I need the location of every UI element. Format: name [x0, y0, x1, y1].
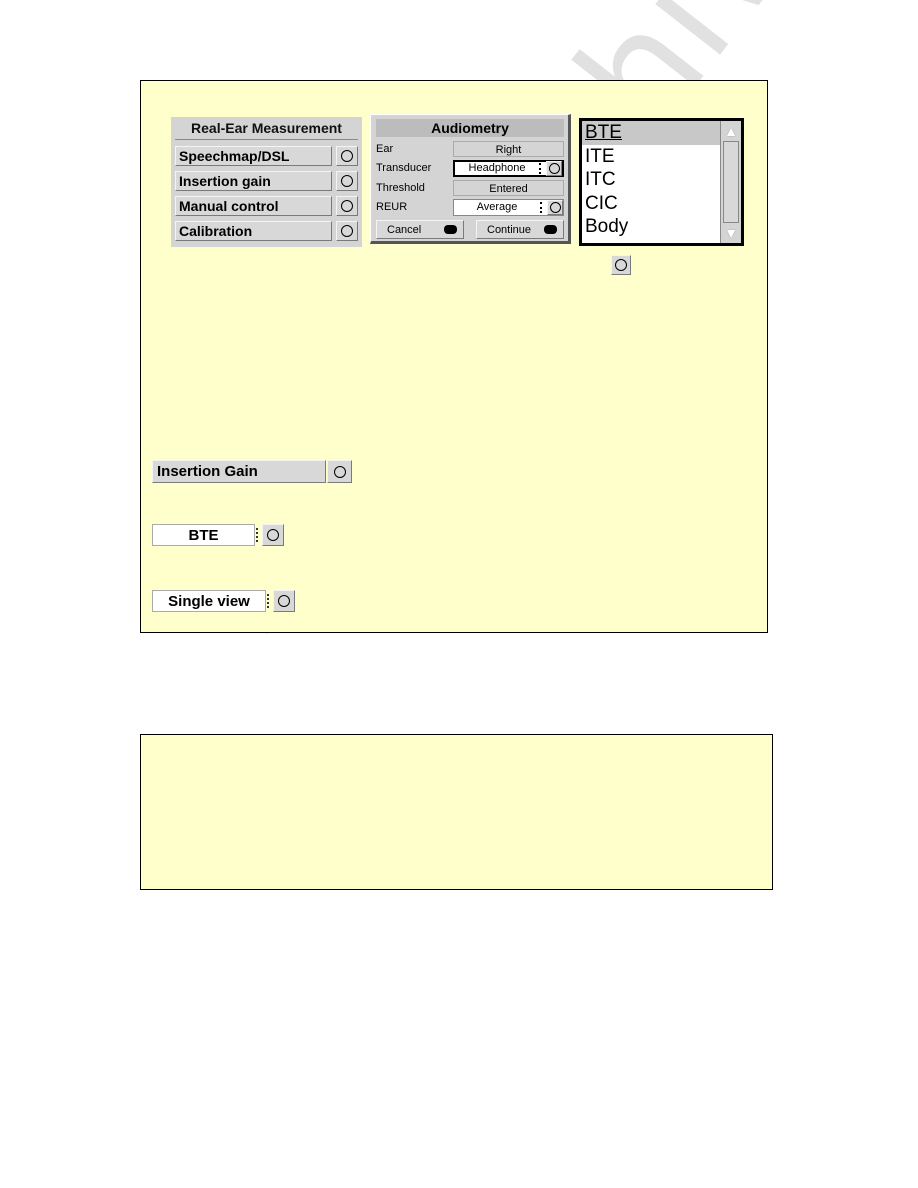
- list-item-itc[interactable]: ITC: [582, 168, 720, 192]
- reur-label: REUR: [376, 201, 408, 214]
- menu-item-insertion-gain[interactable]: Insertion gain: [175, 168, 358, 193]
- insertion-gain-button[interactable]: [327, 460, 352, 483]
- audiometry-dialog: Audiometry Ear Right Transducer Headphon…: [370, 114, 571, 244]
- select-button[interactable]: [336, 220, 358, 241]
- circle-icon: [341, 174, 353, 187]
- button-indicator-icon: [444, 225, 457, 234]
- menu-item-label[interactable]: Insertion gain: [175, 170, 332, 191]
- dialog-buttons: Cancel Continue: [376, 220, 564, 239]
- circle-icon: [278, 595, 290, 607]
- scrollbar[interactable]: ▲ ▼: [720, 121, 741, 243]
- list-item-bte[interactable]: BTE: [582, 121, 720, 145]
- scroll-up-icon[interactable]: ▲: [721, 121, 741, 141]
- scroll-thumb[interactable]: [723, 141, 739, 223]
- select-button[interactable]: [336, 195, 358, 216]
- menu-item-manual-control[interactable]: Manual control: [175, 193, 358, 218]
- threshold-row: Threshold Entered: [376, 178, 564, 198]
- menu-item-calibration[interactable]: Calibration: [175, 218, 358, 243]
- grip-icon: [539, 162, 544, 174]
- listbox-items: BTE ITE ITC CIC Body: [582, 121, 720, 243]
- view-combo-button[interactable]: [273, 590, 295, 612]
- insertion-gain-control[interactable]: Insertion Gain: [152, 460, 352, 483]
- button-indicator-icon: [544, 225, 557, 234]
- threshold-value: Entered: [453, 179, 564, 196]
- menu-title: Real-Ear Measurement: [175, 120, 358, 140]
- circle-icon: [333, 465, 346, 478]
- list-item-body[interactable]: Body: [582, 215, 720, 239]
- instrument-combo[interactable]: BTE: [152, 524, 284, 546]
- grip-icon: [267, 594, 272, 608]
- list-item-ite[interactable]: ITE: [582, 145, 720, 169]
- real-ear-measurement-menu: Real-Ear Measurement Speechmap/DSL Inser…: [171, 117, 362, 247]
- select-button[interactable]: [336, 170, 358, 191]
- transducer-row: Transducer Headphone: [376, 159, 564, 179]
- circle-icon: [341, 149, 353, 162]
- menu-item-label[interactable]: Speechmap/DSL: [175, 145, 332, 166]
- threshold-label: Threshold: [376, 181, 425, 194]
- view-combo[interactable]: Single view: [152, 590, 295, 612]
- circle-icon: [341, 199, 353, 212]
- continue-label: Continue: [487, 223, 532, 236]
- cancel-label: Cancel: [387, 223, 422, 236]
- transducer-select[interactable]: Headphone: [453, 159, 564, 177]
- insertion-gain-label[interactable]: Insertion Gain: [152, 460, 326, 483]
- circle-icon: [267, 529, 279, 541]
- reur-value: Average: [476, 201, 518, 214]
- reur-select-button[interactable]: [547, 199, 563, 215]
- dialog-title: Audiometry: [376, 119, 564, 137]
- reur-select[interactable]: Average: [453, 198, 564, 216]
- cancel-button[interactable]: Cancel: [376, 220, 464, 239]
- reur-row: REUR Average: [376, 198, 564, 218]
- circle-icon: [549, 201, 561, 213]
- select-button[interactable]: [336, 145, 358, 166]
- circle-icon: [548, 162, 560, 174]
- transducer-select-button[interactable]: [546, 160, 562, 176]
- menu-item-speechmap[interactable]: Speechmap/DSL: [175, 143, 358, 168]
- grip-icon: [540, 201, 545, 213]
- list-item-cic[interactable]: CIC: [582, 192, 720, 216]
- view-value[interactable]: Single view: [152, 590, 266, 612]
- ear-row: Ear Right: [376, 139, 564, 159]
- grip-icon: [256, 528, 261, 542]
- scroll-down-icon[interactable]: ▼: [721, 223, 741, 243]
- circle-icon: [615, 259, 627, 271]
- instrument-type-listbox[interactable]: BTE ITE ITC CIC Body ▲ ▼: [579, 118, 744, 246]
- menu-item-label[interactable]: Manual control: [175, 195, 332, 216]
- instrument-value[interactable]: BTE: [152, 524, 255, 546]
- transducer-value: Headphone: [468, 162, 526, 175]
- circle-button[interactable]: [611, 255, 631, 275]
- circle-icon: [341, 224, 353, 237]
- ear-value: Right: [453, 140, 564, 157]
- instrument-combo-button[interactable]: [262, 524, 284, 546]
- empty-note-panel: [140, 734, 773, 890]
- transducer-label: Transducer: [376, 162, 432, 175]
- ear-label: Ear: [376, 142, 394, 155]
- menu-item-label[interactable]: Calibration: [175, 220, 332, 241]
- continue-button[interactable]: Continue: [476, 220, 564, 239]
